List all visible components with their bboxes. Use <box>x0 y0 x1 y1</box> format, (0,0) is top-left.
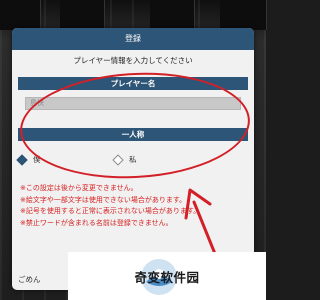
instruction-text: プレイヤー情報を入力してください <box>73 56 193 65</box>
background-tile <box>60 0 105 30</box>
background-tile <box>150 0 195 30</box>
watermark: 奇变软件园 <box>68 252 266 300</box>
cancel-button[interactable]: ごめん <box>18 274 41 285</box>
background-tile <box>0 0 41 30</box>
dialog-title: 登録 <box>12 28 254 50</box>
radio-selected-icon <box>16 153 28 166</box>
background-tile <box>220 0 267 30</box>
watermark-text: 奇变软件园 <box>134 270 200 285</box>
